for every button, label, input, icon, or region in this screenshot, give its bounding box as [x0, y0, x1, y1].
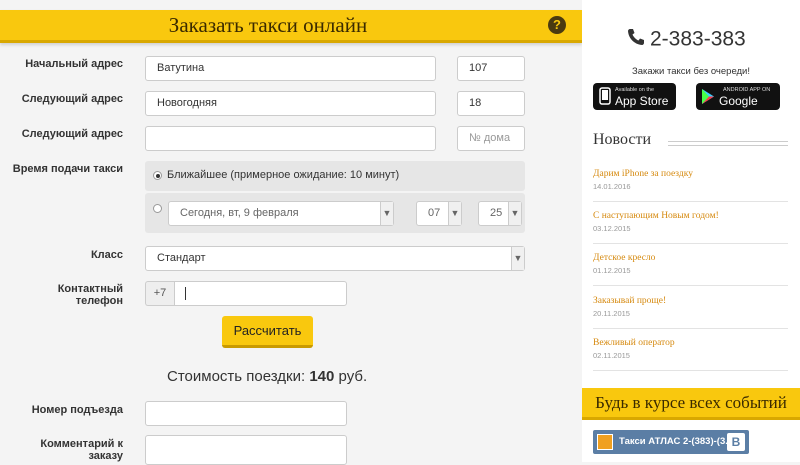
minute-select-value: 25 [490, 207, 503, 219]
app-store-small-text: Available on the [615, 87, 655, 93]
chevron-down-icon: ▼ [380, 202, 393, 225]
news-date: 14.01.2016 [593, 182, 631, 191]
next-street-input-2[interactable] [145, 126, 436, 151]
next-address-label: Следующий адрес [21, 93, 123, 105]
events-header: Будь в курсе всех событий [582, 388, 800, 420]
class-label: Класс [90, 249, 123, 261]
entrance-label: Номер подъезда [31, 404, 123, 416]
app-store-big-text: App Store [615, 94, 669, 108]
cost-unit: руб. [338, 368, 368, 385]
news-date: 03.12.2015 [593, 224, 631, 233]
cost-value: 140 [309, 368, 335, 385]
start-house-input[interactable]: 107 [457, 56, 525, 81]
custom-time-radio[interactable] [153, 204, 162, 213]
google-play-icon [701, 89, 715, 109]
calculate-button[interactable]: Рассчитать [222, 316, 313, 348]
news-divider [593, 328, 788, 329]
order-form-panel: Заказать такси онлайн ? Начальный адрес … [0, 0, 582, 465]
nearest-time-label: Ближайшее (примерное ожидание: 10 минут) [167, 169, 400, 181]
news-divider [593, 201, 788, 202]
next-house-input-2[interactable]: № дома [457, 126, 525, 151]
entrance-input[interactable] [145, 401, 347, 426]
news-heading: Новости [593, 131, 652, 148]
order-header: Заказать такси онлайн ? [0, 10, 582, 43]
pickup-time-label: Время подачи такси [12, 163, 123, 175]
start-street-input[interactable]: Ватутина [145, 56, 436, 81]
pickup-time-custom-box: Сегодня, вт, 9 февраля ▼ 07 ▼ 25 ▼ [145, 193, 525, 233]
news-item: Детское кресло 01.12.2015 [593, 253, 788, 275]
page-title: Заказать такси онлайн [168, 13, 368, 37]
hour-select-value: 07 [428, 207, 441, 219]
google-play-small-text: ANDROID APP ON [723, 87, 771, 93]
comment-label: Комментарий к заказу [40, 438, 123, 462]
date-select[interactable]: Сегодня, вт, 9 февраля ▼ [168, 201, 394, 226]
nearest-time-radio[interactable] [153, 171, 162, 180]
events-title: Будь в курсе всех событий [595, 393, 787, 412]
cost-prefix: Стоимость поездки: [167, 368, 306, 385]
apple-icon [598, 87, 612, 110]
chevron-down-icon: ▼ [511, 247, 524, 270]
news-date: 20.11.2015 [593, 309, 630, 318]
chevron-down-icon: ▼ [508, 202, 521, 225]
trip-cost: Стоимость поездки: 140 руб. [167, 368, 367, 385]
google-play-button[interactable]: ANDROID APP ON Google play [696, 83, 780, 122]
hour-select[interactable]: 07 ▼ [416, 201, 462, 226]
news-item: Дарим iPhone за поездку 14.01.2016 [593, 169, 788, 191]
phone-number: 2-383-383 [650, 27, 746, 51]
minute-select[interactable]: 25 ▼ [478, 201, 522, 226]
date-select-value: Сегодня, вт, 9 февраля [180, 207, 299, 219]
news-item: Вежливый оператор 02.11.2015 [593, 338, 788, 360]
chevron-down-icon: ▼ [448, 202, 461, 225]
news-heading-divider [668, 141, 788, 146]
start-address-label: Начальный адрес [25, 58, 123, 70]
next-address-label-2: Следующий адрес [21, 128, 123, 140]
next-house-input[interactable]: 18 [457, 91, 525, 116]
news-link[interactable]: Дарим iPhone за поездку [593, 169, 788, 179]
news-link[interactable]: С наступающим Новым годом! [593, 211, 788, 221]
news-date: 02.11.2015 [593, 351, 630, 360]
phone-icon [626, 27, 646, 53]
vk-icon: B [727, 433, 745, 451]
contact-phone: 2-383-383 [626, 27, 746, 53]
news-divider [593, 285, 788, 286]
news-link[interactable]: Заказывай проще! [593, 296, 788, 306]
help-icon[interactable]: ? [548, 16, 566, 34]
next-street-input[interactable]: Новогодняя [145, 91, 436, 116]
news-divider [593, 370, 788, 371]
phone-input[interactable] [174, 281, 347, 306]
news-link[interactable]: Вежливый оператор [593, 338, 788, 348]
class-select[interactable]: Стандарт ▼ [145, 246, 525, 271]
class-select-value: Стандарт [157, 252, 206, 264]
app-store-button[interactable]: Available on the App Store [593, 83, 676, 110]
news-item: Заказывай проще! 20.11.2015 [593, 296, 788, 318]
sidebar: 2-383-383 Закажи такси без очереди! Avai… [582, 0, 800, 462]
text-caret [185, 287, 186, 300]
pickup-time-nearest-box: Ближайшее (примерное ожидание: 10 минут) [145, 161, 525, 191]
order-tagline: Закажи такси без очереди! [631, 66, 751, 77]
phone-prefix: +7 [145, 281, 174, 306]
news-item: С наступающим Новым годом! 03.12.2015 [593, 211, 788, 233]
phone-label: Контактный телефон [57, 283, 123, 307]
news-divider [593, 243, 788, 244]
news-link[interactable]: Детское кресло [593, 253, 788, 263]
vk-widget[interactable]: Такси АТЛАС 2-(383)-(3... B [593, 430, 749, 454]
news-date: 01.12.2015 [593, 266, 631, 275]
vk-group-avatar [597, 434, 613, 450]
vk-group-name: Такси АТЛАС 2-(383)-(3... [619, 436, 734, 447]
google-play-big-text: Google play [719, 94, 758, 122]
comment-input[interactable] [145, 435, 347, 465]
